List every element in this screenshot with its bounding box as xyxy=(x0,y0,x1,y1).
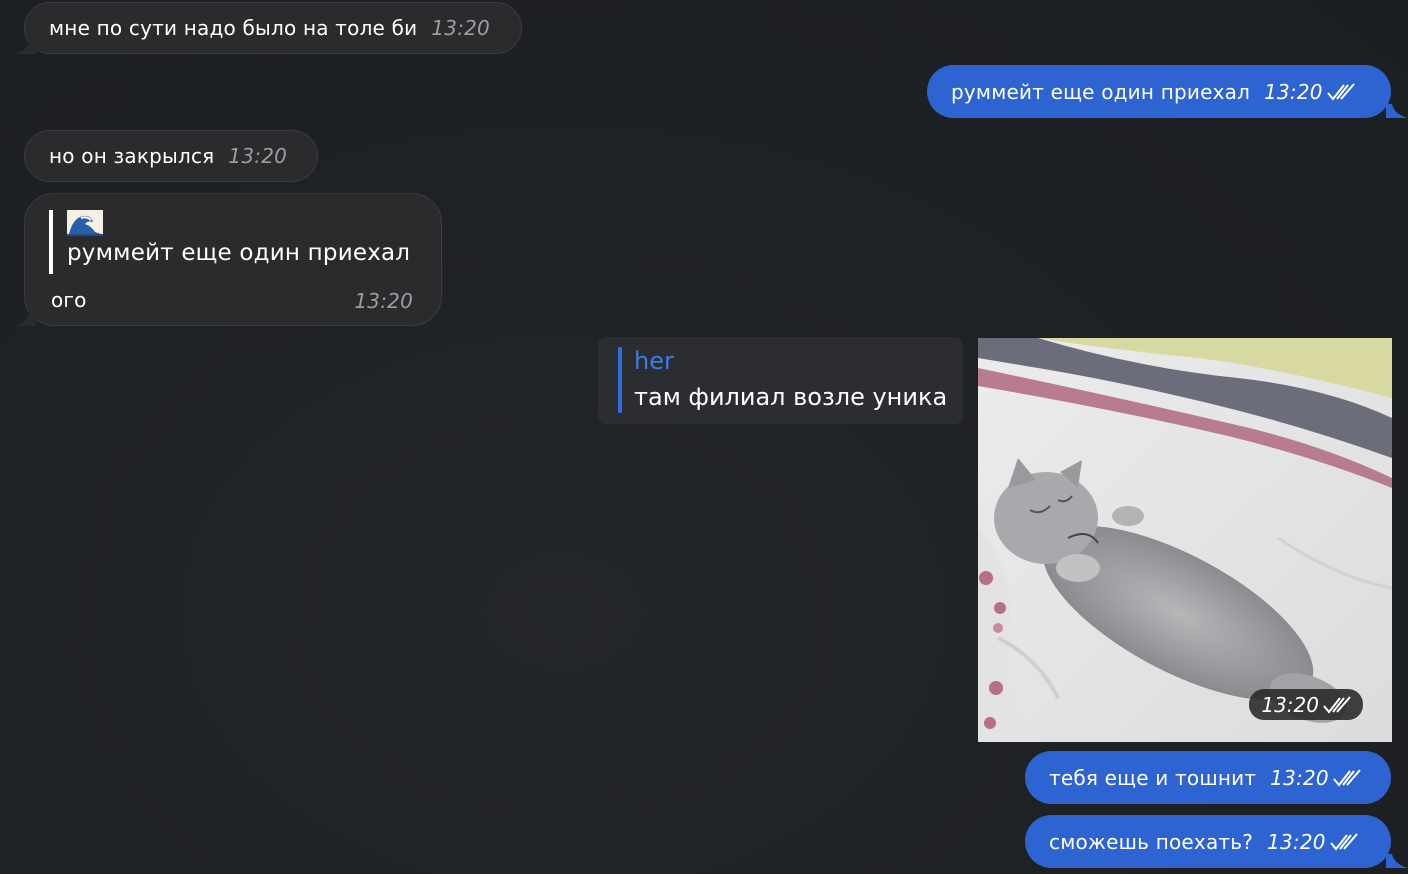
bubble-tail-icon xyxy=(1386,104,1408,118)
wave-emoji-icon xyxy=(67,210,103,236)
message-time: 13:20 xyxy=(228,144,288,168)
message-text: сможешь поехать? xyxy=(1049,829,1254,854)
message-time: 13:20 xyxy=(1264,79,1323,104)
message-time: 13:20 xyxy=(354,289,413,313)
quoted-reply[interactable]: руммейт еще один приехал xyxy=(49,210,410,274)
message-time: 13:20 xyxy=(1270,765,1329,790)
message-text: мне по сути надо было на толе би xyxy=(49,16,418,40)
chat-area: мне по сути надо было на толе би 13:20 р… xyxy=(0,0,1408,874)
message-text: руммейт еще один приехал xyxy=(951,79,1251,104)
bubble-tail-icon xyxy=(14,312,36,326)
quoted-reply-card[interactable]: her там филиал возле уника xyxy=(598,337,963,424)
kitten-gif[interactable]: 13:20 xyxy=(978,338,1392,742)
outgoing-message-1[interactable]: руммейт еще один приехал 13:20 xyxy=(927,65,1391,118)
bubble-tail-icon xyxy=(14,40,36,54)
double-check-icon xyxy=(1333,768,1361,787)
message-text: но он закрылся xyxy=(49,144,215,168)
message-text: ого xyxy=(51,288,87,312)
quoted-text: руммейт еще один приехал xyxy=(67,240,411,266)
message-text: тебя еще и тошнит xyxy=(1049,765,1257,790)
reply-author: her xyxy=(634,347,674,375)
reply-accent-bar xyxy=(618,347,622,413)
double-check-icon xyxy=(1326,82,1355,101)
incoming-reply-message[interactable]: руммейт еще один приехал ого 13:20 xyxy=(24,193,442,326)
media-time-badge: 13:20 xyxy=(1249,689,1363,720)
incoming-message-1[interactable]: мне по сути надо было на толе би 13:20 xyxy=(24,2,522,54)
double-check-icon xyxy=(1323,695,1351,714)
incoming-message-2[interactable]: но он закрылся 13:20 xyxy=(24,130,318,182)
sleeping-kitten-image xyxy=(978,338,1392,742)
message-time: 13:20 xyxy=(1267,829,1326,854)
message-time: 13:20 xyxy=(431,16,490,40)
outgoing-message-2[interactable]: тебя еще и тошнит 13:20 xyxy=(1025,751,1391,804)
bubble-tail-icon xyxy=(1386,854,1408,868)
double-check-icon xyxy=(1329,832,1358,851)
outgoing-message-3[interactable]: сможешь поехать? 13:20 xyxy=(1025,815,1391,868)
quoted-text: там филиал возле уника xyxy=(634,383,948,411)
message-time: 13:20 xyxy=(1261,692,1319,717)
